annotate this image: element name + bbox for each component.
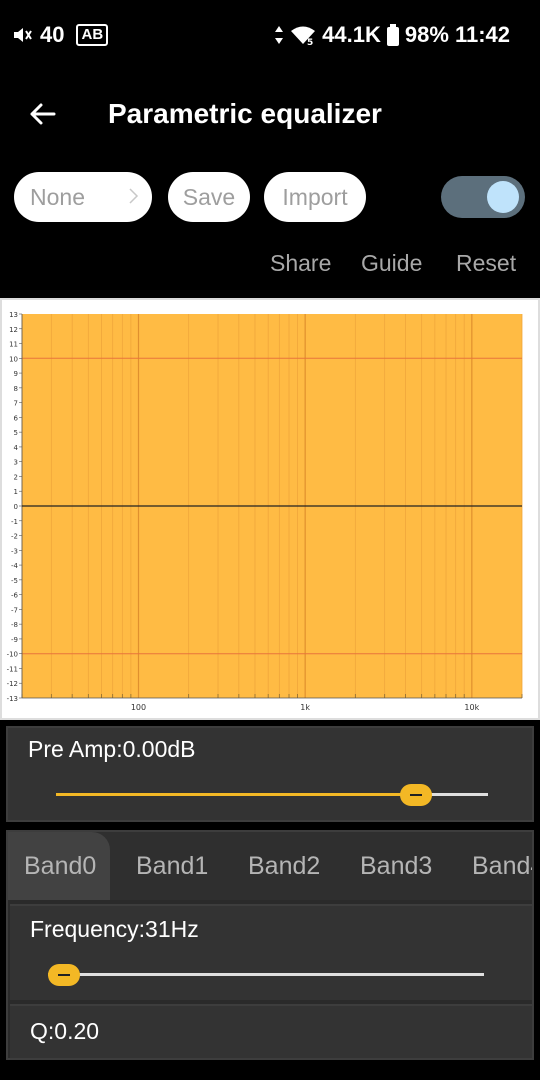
preamp-label: Pre Amp:0.00dB	[28, 736, 196, 762]
status-right: 5 44.1K 98% 11:42	[274, 22, 510, 48]
guide-button[interactable]: Guide	[361, 250, 422, 277]
ab-badge: AB	[76, 24, 109, 46]
y-tick-label: 2	[14, 473, 18, 481]
page-title: Parametric equalizer	[108, 98, 382, 129]
volume-level: 40	[40, 22, 65, 47]
y-tick-label: -12	[7, 680, 18, 688]
tab-band4[interactable]: Band4	[472, 832, 532, 900]
y-tick-label: 4	[14, 444, 19, 452]
battery-level: 98%	[404, 22, 449, 47]
y-tick-label: 13	[9, 311, 18, 319]
band-panel: Band0 Band1 Band2 Band3 Band4 Frequency:…	[6, 830, 534, 1060]
frequency-thumb[interactable]	[48, 964, 80, 986]
preset-dropdown[interactable]: None	[14, 172, 152, 222]
q-card: Q:0.20	[10, 1004, 532, 1058]
toolbar: None Save Import	[0, 172, 540, 222]
x-tick-label: 100	[131, 703, 146, 712]
status-bar: 40 AB 5 44.1K 98% 11:42	[0, 0, 540, 72]
arrow-left-icon	[30, 103, 56, 125]
eq-response-chart[interactable]: 131211109876543210-1-2-3-4-5-6-7-8-9-10-…	[2, 300, 538, 718]
y-tick-label: 1	[14, 488, 18, 496]
frequency-label: Frequency:31Hz	[30, 916, 199, 942]
preset-value: None	[30, 183, 85, 210]
tab-band1[interactable]: Band1	[136, 832, 208, 900]
y-tick-label: 5	[14, 429, 18, 437]
y-tick-label: -1	[11, 518, 18, 526]
y-tick-label: -8	[11, 621, 18, 629]
y-tick-label: 7	[14, 400, 18, 408]
save-button[interactable]: Save	[168, 172, 250, 222]
reset-button[interactable]: Reset	[456, 250, 516, 277]
y-tick-label: -11	[7, 665, 18, 673]
battery-icon	[386, 24, 399, 46]
clock: 11:42	[454, 22, 510, 47]
wifi-icon: 5	[291, 26, 316, 46]
preamp-track-active	[56, 793, 416, 796]
frequency-track-rest	[64, 973, 484, 976]
data-arrows-icon	[275, 26, 284, 44]
y-tick-label: -5	[11, 577, 18, 585]
y-tick-label: -9	[11, 636, 18, 644]
y-tick-label: 12	[9, 326, 18, 334]
sample-rate: 44.1K	[322, 22, 381, 47]
preamp-card: Pre Amp:0.00dB	[6, 726, 534, 822]
app-bar: Parametric equalizer	[0, 82, 540, 148]
y-tick-label: -10	[7, 651, 18, 659]
y-tick-label: -3	[11, 547, 18, 555]
tab-band2[interactable]: Band2	[248, 832, 320, 900]
x-tick-label: 1k	[300, 703, 310, 712]
x-tick-label: 10k	[464, 703, 479, 712]
svg-text:5: 5	[307, 38, 313, 46]
band-tabs: Band0 Band1 Band2 Band3 Band4	[8, 832, 532, 900]
y-tick-label: 0	[14, 503, 18, 511]
y-tick-label: 10	[9, 355, 18, 363]
import-button[interactable]: Import	[264, 172, 366, 222]
y-tick-label: 3	[14, 459, 18, 467]
status-left: 40 AB	[12, 22, 109, 48]
y-tick-label: 8	[14, 385, 18, 393]
action-links: Share Guide Reset	[0, 250, 540, 280]
preamp-thumb[interactable]	[400, 784, 432, 806]
frequency-slider[interactable]	[48, 960, 484, 990]
tab-band3[interactable]: Band3	[360, 832, 432, 900]
y-tick-label: 9	[14, 370, 18, 378]
y-tick-label: -13	[7, 695, 18, 703]
back-button[interactable]	[22, 94, 62, 134]
eq-chart-panel[interactable]: 13 12 11 10 9 8 7 6 5 4 3 2 1 0 -1 -2 -3 -4 -5 -6 -7 -8 -9 -10-…	[0, 298, 540, 720]
y-tick-label: 11	[9, 341, 18, 349]
y-tick-label: -4	[11, 562, 19, 570]
chevron-right-icon	[129, 188, 139, 204]
q-label: Q:0.20	[30, 1018, 100, 1044]
share-button[interactable]: Share	[270, 250, 331, 277]
y-tick-label: 6	[14, 414, 19, 422]
preamp-slider[interactable]	[56, 780, 488, 810]
y-tick-label: -6	[11, 592, 19, 600]
tab-band0[interactable]: Band0	[8, 832, 110, 900]
equalizer-toggle[interactable]	[441, 176, 525, 218]
frequency-card: Frequency:31Hz	[10, 904, 532, 1000]
toggle-knob	[487, 181, 519, 213]
y-tick-label: -7	[11, 606, 18, 614]
volume-icon	[14, 28, 32, 42]
y-tick-label: -2	[11, 533, 18, 541]
